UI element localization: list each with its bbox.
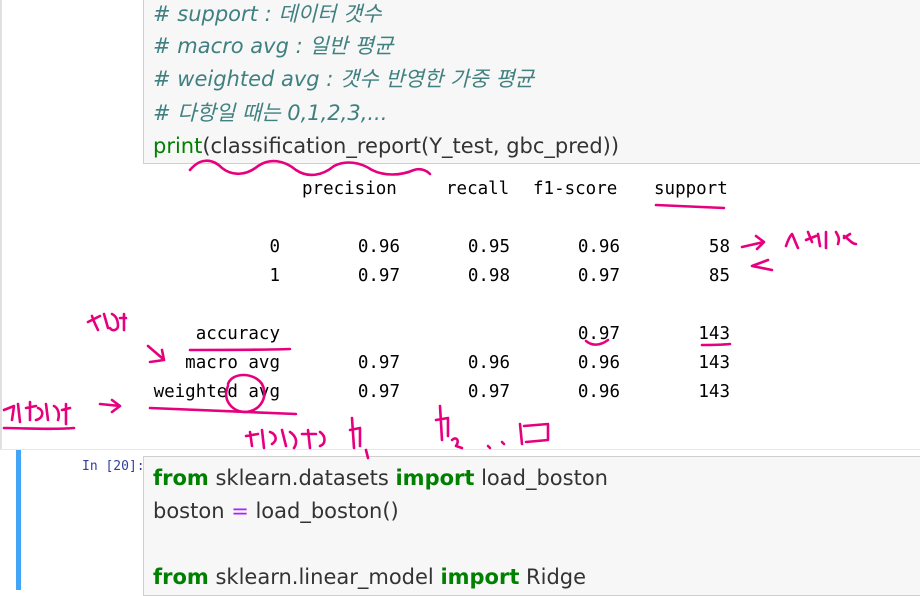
header-support: support [654,179,728,199]
arrow-right-small-icon [98,398,122,414]
handwriting-dots [486,440,506,450]
cell-separator [0,449,920,450]
handwriting-average [86,312,128,332]
row-label: 0 [269,237,280,257]
cell-support: 143 [698,324,730,344]
cell-precision: 0.97 [357,266,400,286]
code-comment-multiclass: # 다항일 때는 0,1,2,3,... [153,101,388,125]
underline-support [654,203,726,210]
keyword-import: import [440,565,520,589]
code-import-datasets: from sklearn.datasets import load_boston [153,462,608,494]
cell-precision: 0.97 [357,353,400,373]
code-comment-support: # support : 데이터 갯수 [153,2,382,26]
cell-f1: 0.96 [577,353,620,373]
print-arguments: (classification_report(Y_test, gbc_pred)… [202,134,620,158]
cell-support: 85 [708,266,730,286]
keyword-import: import [395,466,475,490]
cell-f1: 0.97 [577,266,620,286]
code-print-line: print(classification_report(Y_test, gbc_… [153,130,619,162]
cell-recall: 0.97 [467,382,510,402]
header-precision: precision [302,179,397,199]
cell-recall: 0.96 [467,353,510,373]
handwriting-box [518,422,550,446]
handwriting-weight-2 [434,404,464,450]
underline-accuracy [188,347,292,352]
selected-cell-indicator [16,450,21,590]
cell-support: 58 [708,237,730,257]
cell-support: 143 [698,382,730,402]
handwriting-by-data [244,428,326,450]
keyword-from: from [153,565,209,589]
module-name: sklearn.linear_model [208,565,441,589]
module-name: sklearn.datasets [208,466,396,490]
cell-prompt: In [20]: [82,459,145,474]
row-label: accuracy [195,324,280,344]
cell-f1: 0.96 [577,382,620,402]
code-comment-weighted: # weighted avg : 갯수 반영한 가중 평균 [153,67,534,91]
cell-recall: 0.98 [467,266,510,286]
arrow-right-icon [740,234,766,251]
cell-left-border [0,0,2,450]
code-assign-boston: boston = load_boston() [153,495,399,527]
imported-name: load_boston [474,466,608,490]
header-recall: recall [446,179,510,199]
arrow-left-icon [750,258,774,272]
handwriting-count [784,230,858,250]
code-comment-macro: # macro avg : 일반 평균 [153,34,394,58]
cell-support: 143 [698,353,730,373]
variable-name: boston [153,499,232,523]
cell-precision: 0.97 [357,382,400,402]
print-function: print [153,134,203,158]
cell-precision: 0.96 [357,237,400,257]
function-call: load_boston() [248,499,399,523]
underline-weighted [148,406,298,416]
assign-operator: = [231,499,249,523]
imported-name: Ridge [519,565,587,589]
header-f1-score: f1-score [533,179,618,199]
row-label: macro avg [185,353,280,373]
handwriting-weight-1 [348,416,370,460]
cell-f1: 0.97 [577,324,620,344]
keyword-from: from [153,466,209,490]
row-label: 1 [269,266,280,286]
cell-f1: 0.96 [577,237,620,257]
row-label: weighted avg [153,382,280,402]
handwriting-weighted-average [2,400,76,431]
code-import-ridge: from sklearn.linear_model import Ridge [153,561,586,593]
cell-recall: 0.95 [467,237,510,257]
